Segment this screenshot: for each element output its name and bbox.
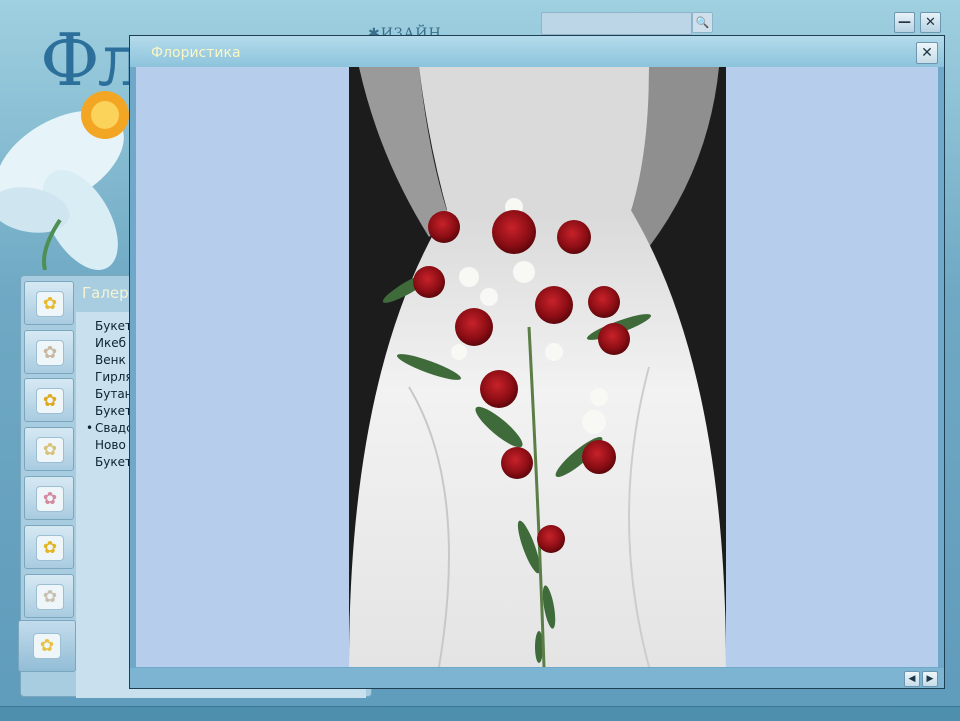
gallery-item[interactable]: Икеб [86,335,133,352]
viewer-title: Флористика [151,45,241,61]
viewer-footer [130,668,944,688]
gallery-item[interactable]: Букет [86,454,133,471]
category-tab-1[interactable]: ✿ [24,281,74,325]
yellow-flower-icon: ✿ [33,633,61,659]
white-flower-icon: ✿ [36,584,64,610]
gallery-item[interactable]: Букет [86,403,133,420]
pink-flower-icon: ✿ [36,486,64,512]
category-tab-3[interactable]: ✿ [24,378,74,422]
gallery-title: Галер [82,284,129,302]
white-flower-icon: ✿ [36,437,64,463]
category-tab-2[interactable]: ✿ [24,330,74,374]
previous-image-button[interactable]: ◀ [904,671,920,687]
search-button[interactable]: 🔍 [692,12,713,33]
app-bottom-strip [0,706,960,721]
gallery-item[interactable]: Ново [86,437,133,454]
wedding-bouquet-image [349,67,726,667]
viewer-content [136,67,938,667]
viewer-titlebar[interactable]: Флористика ✕ [130,36,944,67]
category-tab-4[interactable]: ✿ [24,427,74,471]
yellow-flower-icon: ✿ [36,535,64,561]
gallery-item[interactable]: Гирля [86,369,133,386]
close-icon: ✕ [921,45,933,61]
category-tab-8-active[interactable]: ✿ [18,620,76,672]
next-image-button[interactable]: ▶ [922,671,938,687]
yellow-flower-icon: ✿ [36,291,64,317]
app-logo: Фл [40,18,144,102]
search-icon: 🔍 [695,16,710,29]
gallery-item-current[interactable]: Свадс [86,420,133,437]
white-flower-icon: ✿ [36,340,64,366]
minimize-button[interactable]: — [894,12,915,33]
chevron-left-icon: ◀ [908,674,916,684]
search-input[interactable] [541,12,692,35]
chevron-right-icon: ▶ [926,674,934,684]
gallery-item[interactable]: Венк [86,352,133,369]
gallery-item[interactable]: Бутан [86,386,133,403]
gallery-item[interactable]: Букет [86,318,133,335]
viewer-close-button[interactable]: ✕ [916,42,938,64]
category-tab-5[interactable]: ✿ [24,476,74,520]
category-tab-7[interactable]: ✿ [24,574,74,618]
bouquet-photo [349,67,726,667]
category-tab-6[interactable]: ✿ [24,525,74,569]
gallery-list: Букет Икеб Венк Гирля Бутан Букет Свадс … [86,318,133,471]
window-close-button[interactable]: ✕ [920,12,941,33]
yellow-flower-icon: ✿ [36,388,64,414]
image-viewer-window: Флористика ✕ ◀ ▶ [129,35,945,689]
